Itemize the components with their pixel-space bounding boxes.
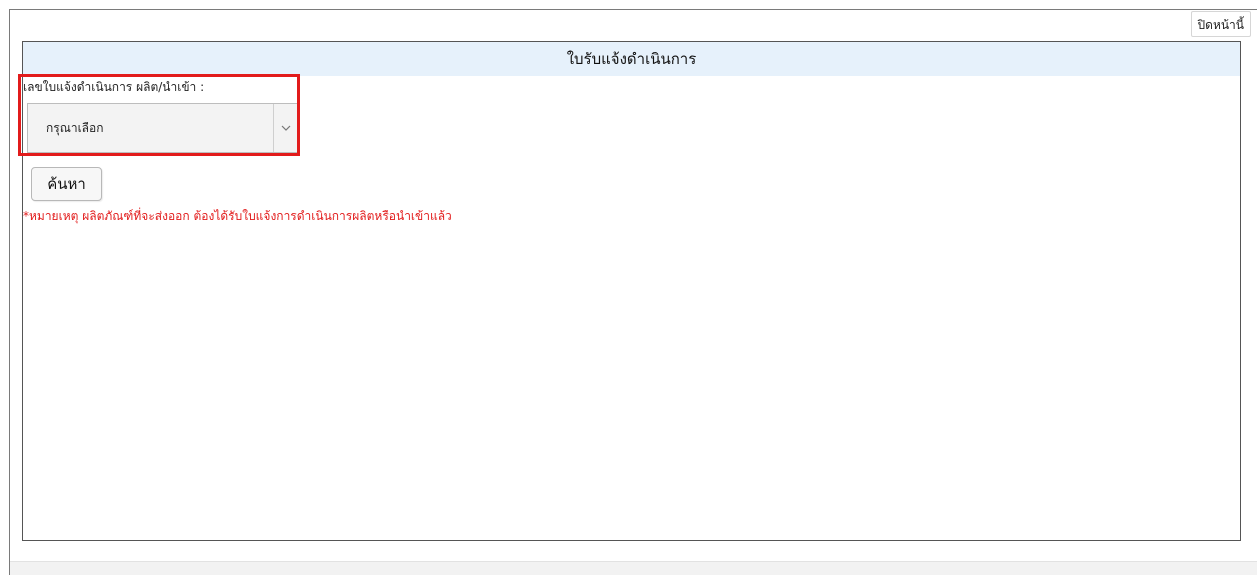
screen: ปิดหน้านี้ ใบรับแจ้งดำเนินการ เลขใบแจ้งด…	[0, 0, 1257, 575]
close-page-button[interactable]: ปิดหน้านี้	[1190, 11, 1251, 37]
panel-title: ใบรับแจ้งดำเนินการ	[23, 42, 1240, 76]
chevron-down-icon[interactable]	[273, 104, 298, 152]
notification-number-label: เลขใบแจ้งดำเนินการ ผลิต/นำเข้า :	[23, 80, 205, 94]
bottom-strip	[10, 561, 1257, 575]
select-selected-value: กรุณาเลือก	[46, 121, 104, 135]
chevron-down-icon-glyph	[281, 125, 291, 131]
notification-receipt-panel: ใบรับแจ้งดำเนินการ เลขใบแจ้งดำเนินการ ผล…	[18, 41, 1241, 541]
search-button[interactable]: ค้นหา	[31, 167, 102, 201]
export-note: *หมายเหตุ ผลิตภัณฑ์ที่จะส่งออก ต้องได้รั…	[23, 209, 452, 223]
notification-number-select[interactable]: กรุณาเลือก	[27, 103, 299, 153]
